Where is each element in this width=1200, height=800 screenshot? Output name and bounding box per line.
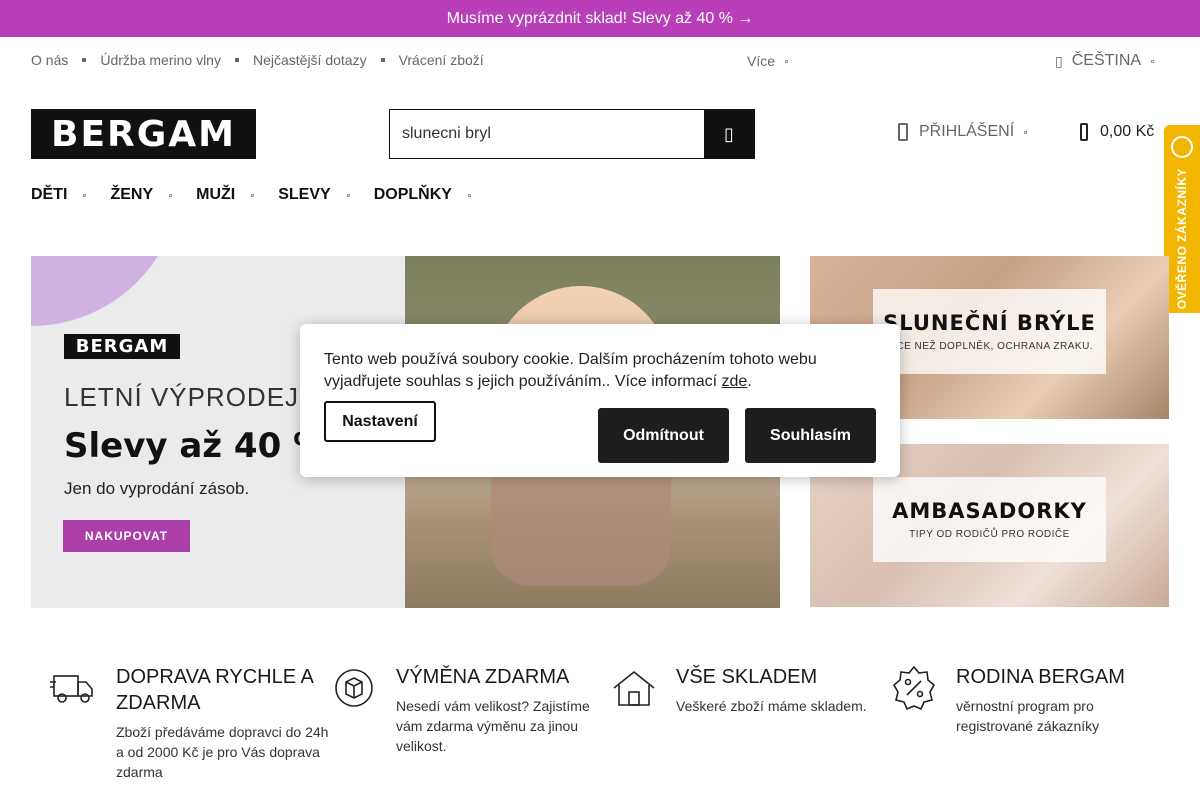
banner-panel: AMBASADORKY TIPY OD RODIČŮ PRO RODIČE (873, 477, 1106, 562)
nav-item-men[interactable]: MUŽI (196, 186, 255, 204)
chevron-down-icon (169, 193, 173, 197)
separator (82, 58, 87, 62)
user-icon (898, 123, 908, 141)
benefit-title: VŠE SKLADEM (676, 666, 818, 688)
benefit-text: Nesedí vám velikost? Zajistíme vám zdarm… (396, 698, 590, 754)
nav-label[interactable]: DĚTI (31, 186, 67, 204)
chevron-down-icon (467, 193, 471, 197)
banner-title: AMBASADORKY (892, 499, 1087, 523)
nav-label[interactable]: DOPLŇKY (374, 186, 452, 204)
nav-label[interactable]: SLEVY (278, 186, 330, 204)
banner-subtitle: VÍCE NEŽ DOPLNĚK, OCHRANA ZRAKU. (885, 341, 1094, 352)
cookie-accept-button[interactable]: Souhlasím (745, 408, 876, 463)
box-exchange-icon (335, 669, 373, 707)
banner-panel: SLUNEČNÍ BRÝLE VÍCE NEŽ DOPLNĚK, OCHRANA… (873, 289, 1106, 374)
chevron-down-icon (1151, 59, 1155, 63)
search-input[interactable] (390, 110, 704, 158)
nav-label[interactable]: ŽENY (110, 186, 153, 204)
chevron-down-icon (785, 59, 789, 63)
truck-icon (50, 675, 93, 703)
chevron-down-icon (346, 193, 350, 197)
promo-banner[interactable]: Musíme vyprázdnit sklad! Slevy až 40 % → (0, 0, 1200, 37)
search-button[interactable]: ▯ (704, 110, 754, 158)
cookie-text: Tento web používá soubory cookie. Dalším… (324, 351, 817, 390)
banner-subtitle: TIPY OD RODIČŮ PRO RODIČE (909, 529, 1070, 540)
seal-icon (1171, 136, 1193, 158)
trust-badge-text: OVĚŘENO ZÁKAZNÍKY (1175, 168, 1189, 310)
top-link-about[interactable]: O nás (31, 52, 68, 68)
nav-item-sale[interactable]: SLEVY (278, 186, 350, 204)
benefit-item: VŠE SKLADEM Veškeré zboží máme skladem. (610, 664, 890, 782)
cookie-more-link[interactable]: zde (722, 373, 748, 390)
benefit-title: DOPRAVA RYCHLE A ZDARMA (116, 666, 313, 714)
shop-now-button[interactable]: NAKUPOVAT (63, 520, 190, 552)
top-link-faq[interactable]: Nejčastější dotazy (253, 52, 367, 68)
benefit-title: RODINA BERGAM (956, 666, 1125, 688)
chevron-down-icon (1024, 130, 1028, 134)
top-links: O nás Údržba merino vlny Nejčastější dot… (31, 52, 484, 68)
top-more-menu[interactable]: Více (747, 53, 789, 69)
benefit-text: Veškeré zboží máme skladem. (676, 698, 867, 714)
chevron-down-icon (83, 193, 87, 197)
language-label[interactable]: ČEŠTINA (1072, 52, 1141, 70)
hero-subtitle: Jen do vyprodání zásob. (64, 479, 250, 498)
separator (234, 58, 239, 62)
chevron-down-icon (251, 193, 255, 197)
login-label[interactable]: PŘIHLÁŠENÍ (919, 123, 1014, 141)
promo-text[interactable]: Musíme vyprázdnit sklad! Slevy až 40 % → (447, 10, 754, 28)
hero-logo: BERGAM (64, 334, 180, 359)
cookie-settings-button[interactable]: Nastavení (324, 401, 436, 442)
hero-headline: Slevy až 40 % (64, 426, 328, 466)
trust-badge[interactable]: OVĚŘENO ZÁKAZNÍKY (1164, 125, 1200, 313)
search-form: ▯ (389, 109, 755, 159)
top-link-returns[interactable]: Vrácení zboží (399, 52, 484, 68)
logo-text: BERGAM (51, 113, 236, 155)
benefit-title: VÝMĚNA ZDARMA (396, 666, 570, 688)
benefit-text: věrnostní program pro registrované zákaz… (956, 698, 1100, 734)
house-icon (613, 670, 655, 706)
separator (380, 58, 385, 62)
nav-label[interactable]: MUŽI (196, 186, 235, 204)
top-link-merino-care[interactable]: Údržba merino vlny (100, 52, 221, 68)
nav-item-kids[interactable]: DĚTI (31, 186, 87, 204)
decorative-circle (31, 256, 181, 326)
nav-item-accessories[interactable]: DOPLŇKY (374, 186, 471, 204)
benefit-item: DOPRAVA RYCHLE A ZDARMA Zboží předáváme … (50, 664, 330, 782)
site-logo[interactable]: BERGAM (31, 109, 256, 159)
benefit-item: RODINA BERGAM věrnostní program pro regi… (890, 664, 1170, 782)
cart-icon (1080, 123, 1088, 141)
cookie-dialog: Tento web používá soubory cookie. Dalším… (300, 324, 900, 477)
main-navigation: DĚTI ŽENY MUŽI SLEVY DOPLŇKY (31, 186, 495, 204)
language-selector[interactable]: ▯ ČEŠTINA (1055, 52, 1155, 70)
cart-link[interactable]: 0,00 Kč (1080, 123, 1154, 141)
cart-total[interactable]: 0,00 Kč (1100, 123, 1154, 141)
benefit-text: Zboží předáváme dopravci do 24h a od 200… (116, 724, 329, 780)
search-icon: ▯ (724, 123, 734, 144)
banner-title: SLUNEČNÍ BRÝLE (883, 311, 1096, 335)
percent-badge-icon (892, 665, 936, 711)
login-link[interactable]: PŘIHLÁŠENÍ (898, 123, 1028, 141)
hero-title: LETNÍ VÝPRODEJ (64, 382, 300, 412)
cookie-decline-button[interactable]: Odmítnout (598, 408, 729, 463)
benefit-item: VÝMĚNA ZDARMA Nesedí vám velikost? Zajis… (330, 664, 610, 782)
nav-item-women[interactable]: ŽENY (110, 186, 173, 204)
globe-icon: ▯ (1055, 52, 1063, 69)
top-more-label[interactable]: Více (747, 53, 775, 69)
benefits-row: DOPRAVA RYCHLE A ZDARMA Zboží předáváme … (50, 664, 1170, 782)
